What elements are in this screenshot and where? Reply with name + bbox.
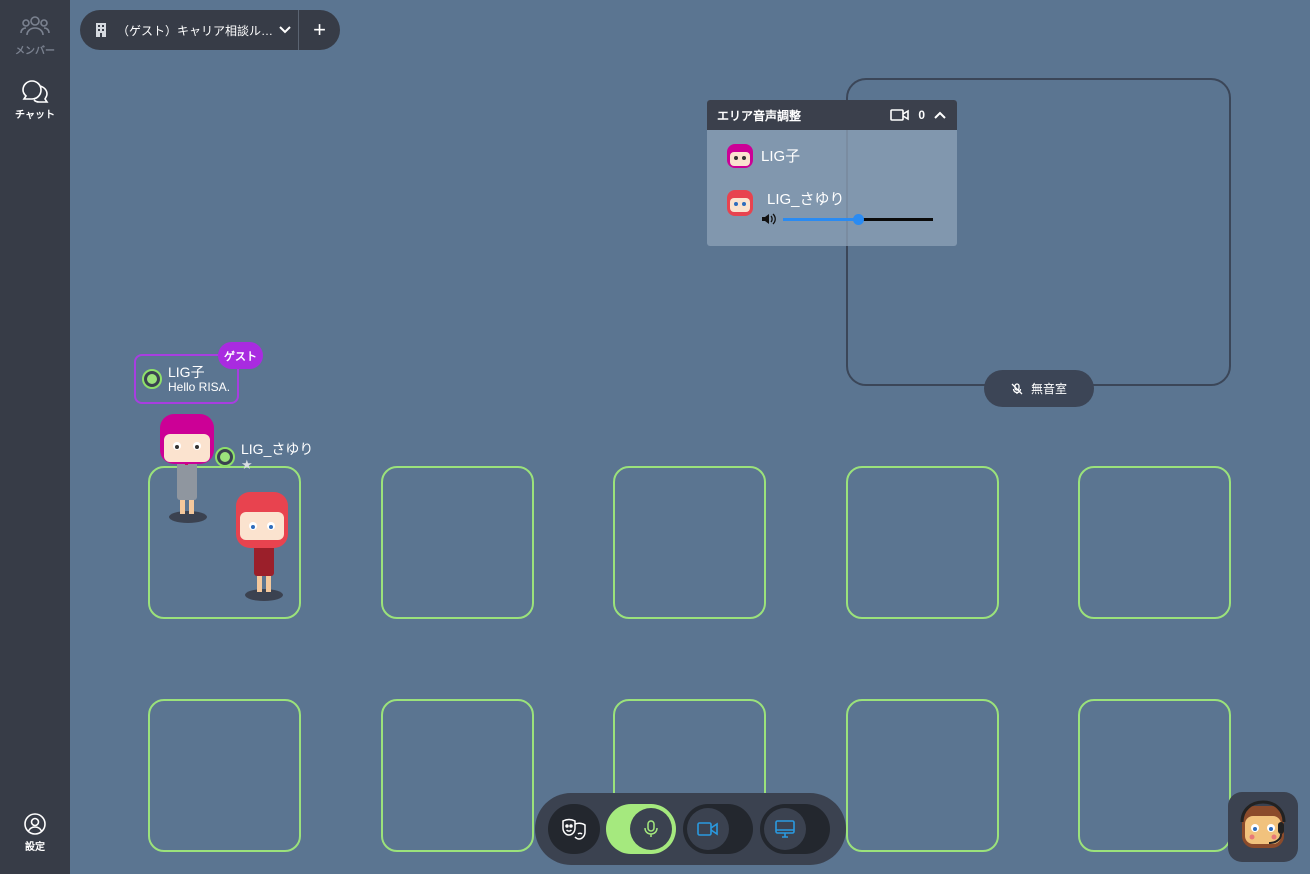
sidebar: メンバー チャット 設定: [0, 0, 70, 874]
star-icon: ★: [241, 457, 253, 472]
chevron-down-icon[interactable]: [277, 22, 293, 38]
area-panel-header: エリア音声調整 0: [707, 100, 957, 130]
avatar: [727, 144, 753, 168]
volume-slider-fill: [783, 217, 858, 221]
area-panel-title: エリア音声調整: [717, 108, 802, 123]
user-name: LIG子: [168, 364, 205, 380]
guest-badge: ゲスト: [218, 342, 263, 369]
camera-toggle[interactable]: [683, 804, 753, 854]
table-zone[interactable]: [148, 699, 301, 852]
table-zone[interactable]: [613, 466, 766, 619]
user-settings-icon: [24, 813, 46, 835]
mic-off-icon: [1011, 382, 1023, 394]
sidebar-settings-label: 設定: [25, 842, 45, 853]
screen-share-toggle-knob: [764, 808, 806, 850]
area-user-row: LIG子: [725, 140, 800, 170]
reaction-button[interactable]: [548, 804, 600, 854]
theater-masks-icon: [562, 818, 586, 840]
area-user-row: [725, 186, 755, 216]
volume-slider-knob[interactable]: [853, 213, 864, 225]
chat-icon: [22, 80, 49, 103]
mic-toggle-knob: [630, 808, 672, 850]
quiet-room-label: 無音室: [1030, 382, 1067, 396]
camera-toggle-knob: [687, 808, 729, 850]
speaker-icon: [762, 213, 776, 225]
room-name: （ゲスト）キャリア相談ル…: [117, 23, 272, 38]
mic-toggle[interactable]: [606, 804, 676, 854]
my-avatar-button[interactable]: [1228, 792, 1298, 862]
quiet-room-badge: 無音室: [984, 370, 1094, 407]
table-zone[interactable]: [1078, 466, 1231, 619]
sidebar-item-chat[interactable]: チャット: [0, 78, 70, 121]
sidebar-chat-label: チャット: [15, 110, 55, 121]
status-icon: [215, 447, 235, 467]
user-message: Hello RISA.: [168, 380, 231, 394]
table-zone[interactable]: [1078, 699, 1231, 852]
avatar-ligko[interactable]: [158, 412, 218, 527]
avatar: [1240, 800, 1286, 848]
user-name: LIG_さゆり: [241, 441, 314, 457]
avatar-sayuri[interactable]: [234, 490, 290, 605]
table-zone[interactable]: [846, 466, 999, 619]
room-selector[interactable]: （ゲスト）キャリア相談ル… +: [80, 10, 340, 50]
add-room-button[interactable]: +: [299, 10, 340, 50]
table-zone[interactable]: [381, 699, 534, 852]
table-zone[interactable]: [846, 699, 999, 852]
area-video-count: 0: [918, 108, 925, 122]
sidebar-item-members[interactable]: メンバー: [0, 14, 70, 57]
area-user-name: LIG子: [761, 147, 801, 165]
video-camera-icon: [697, 822, 718, 836]
members-icon: [20, 16, 50, 36]
avatar: [727, 190, 753, 216]
area-user-name: LIG_さゆり: [767, 191, 845, 208]
building-icon: [96, 23, 106, 37]
volume-slider-track[interactable]: [783, 213, 933, 225]
chevron-up-icon[interactable]: [933, 108, 947, 122]
screen-share-toggle[interactable]: [760, 804, 830, 854]
volume-slider[interactable]: [761, 212, 933, 226]
sidebar-members-label: メンバー: [15, 46, 55, 57]
microphone-icon: [644, 820, 658, 837]
media-toolbar: [535, 793, 846, 865]
video-camera-icon: [890, 109, 910, 121]
table-zone[interactable]: [381, 466, 534, 619]
sidebar-item-settings[interactable]: 設定: [0, 812, 70, 853]
area-volume-panel: エリア音声調整 0 LIG子 LIG_さゆり: [707, 100, 957, 246]
status-icon: [142, 369, 162, 389]
monitor-icon: [775, 820, 795, 838]
